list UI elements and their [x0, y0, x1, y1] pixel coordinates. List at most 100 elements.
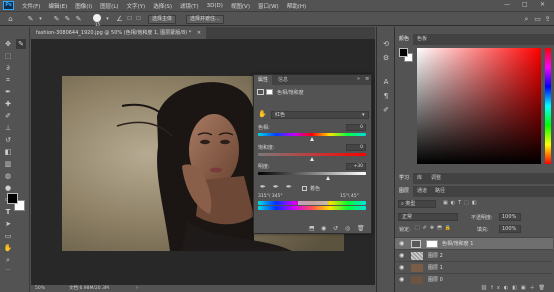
brushes-panel-icon[interactable]: ✐ — [381, 105, 391, 115]
range-selection[interactable] — [298, 201, 328, 205]
history-brush-tool-icon[interactable]: ↺ — [3, 135, 13, 145]
blend-mode-dropdown[interactable]: 正常 — [398, 213, 458, 221]
layer-row[interactable]: ◉ 色相/饱和度 1 — [395, 237, 553, 249]
clip-to-layer-icon[interactable]: ⬒ — [309, 225, 315, 232]
eyedropper-icon[interactable]: ✒ — [260, 183, 266, 191]
character-panel-icon[interactable]: A — [381, 77, 391, 87]
menu-type[interactable]: 文字(Y) — [127, 2, 146, 10]
new-selection-icon[interactable]: ✎ — [52, 15, 61, 24]
lightness-slider-track[interactable] — [258, 172, 366, 175]
layer-row[interactable]: ◉ 图层 0 — [395, 273, 553, 285]
channel-dropdown[interactable]: 红色 ▾ — [271, 111, 369, 119]
minimize-button[interactable]: — — [504, 1, 510, 8]
eraser-tool-icon[interactable]: ◧ — [3, 147, 13, 157]
enhance-edge-checkbox[interactable]: ☐ — [134, 15, 143, 24]
menu-layer[interactable]: 图层(L) — [100, 2, 118, 10]
zoom-tool-icon[interactable]: ⌕ — [3, 255, 13, 265]
history-panel-icon[interactable]: ⟲ — [381, 39, 391, 49]
type-tool-icon[interactable]: T — [3, 207, 13, 217]
menu-window[interactable]: 窗口(W) — [258, 2, 279, 10]
eyedropper-tool-icon[interactable]: ✒ — [3, 87, 13, 97]
search-icon[interactable]: ⌕ — [522, 15, 531, 24]
menu-edit[interactable]: 编辑(E) — [48, 2, 67, 10]
opacity-field[interactable]: 100% — [499, 213, 521, 221]
targeted-adjustment-hand-icon[interactable]: ✋ — [258, 110, 267, 118]
tool-preset-chevron-icon[interactable]: ▾ — [36, 15, 45, 24]
document-size-info[interactable]: 文档:6.98M/20.3M — [69, 285, 109, 292]
menu-file[interactable]: 文件(F) — [22, 2, 40, 10]
zoom-level[interactable]: 50% — [35, 285, 45, 292]
select-and-mask-button[interactable]: 选择并遮住... — [186, 15, 224, 24]
menu-view[interactable]: 视图(V) — [231, 2, 250, 10]
paragraph-panel-icon[interactable]: ¶ — [381, 91, 391, 101]
add-selection-icon[interactable]: ✎ — [63, 15, 72, 24]
lasso-tool-icon[interactable]: ∂ — [3, 63, 13, 73]
colorize-checkbox[interactable] — [302, 186, 307, 191]
select-subject-button[interactable]: 选择主体 — [148, 15, 177, 24]
color-panel-foreground-swatch[interactable] — [399, 48, 408, 57]
visibility-icon[interactable]: ◎ — [345, 225, 350, 232]
tab-adjustments[interactable]: 调整 — [427, 173, 445, 184]
lightness-slider-thumb[interactable] — [326, 176, 330, 180]
hue-field[interactable]: 0 — [346, 124, 366, 131]
hue-slider-track[interactable] — [258, 133, 366, 136]
maximize-button[interactable]: □ — [522, 1, 528, 8]
tab-color[interactable]: 颜色 — [395, 34, 414, 45]
menu-3d[interactable]: 3D(D) — [207, 3, 223, 9]
status-menu-chevron-icon[interactable]: › — [136, 285, 138, 292]
sample-all-layers-checkbox[interactable]: ☐ — [125, 15, 134, 24]
layers-bottom-icons[interactable]: ⛓fx◐◧▣＋🗑 — [395, 285, 554, 292]
menu-filter[interactable]: 滤镜(T) — [180, 2, 199, 10]
home-icon[interactable]: ⌂ — [6, 15, 15, 24]
document-tab-close-icon[interactable]: × — [197, 30, 201, 36]
move-tool-icon[interactable]: ✥ — [3, 39, 13, 49]
layer-row[interactable]: ◉ 图层 1 — [395, 261, 553, 273]
brush-chevron-icon[interactable]: ▾ — [103, 15, 112, 24]
delete-icon[interactable]: 🗑 — [357, 225, 365, 232]
subtract-selection-icon[interactable]: ✎ — [74, 15, 83, 24]
eyedropper-plus-icon[interactable]: ✒ — [273, 183, 279, 191]
brush-tool-icon[interactable]: ✐ — [3, 111, 13, 121]
hue-bar[interactable] — [545, 48, 551, 164]
edit-toolbar-icon[interactable]: ··· — [3, 265, 13, 275]
layer-mask-thumbnail[interactable] — [426, 240, 438, 248]
reset-icon[interactable]: ↺ — [333, 225, 338, 232]
quick-selection-tool-icon[interactable]: ✎ — [16, 39, 26, 49]
foreground-color-swatch[interactable] — [7, 193, 18, 204]
lightness-field[interactable]: +30 — [346, 163, 366, 170]
tab-channels[interactable]: 通道 — [413, 186, 431, 197]
dodge-tool-icon[interactable]: ● — [3, 183, 13, 193]
tab-paths[interactable]: 路径 — [431, 186, 449, 197]
collapse-icon[interactable]: » — [357, 76, 360, 82]
color-picker-field[interactable] — [417, 48, 541, 164]
brush-angle-icon[interactable]: ∠ — [115, 15, 124, 24]
healing-brush-tool-icon[interactable]: ✚ — [3, 99, 13, 109]
layer-row[interactable]: ◉ 图层 2 — [395, 249, 553, 261]
tab-swatches[interactable]: 色板 — [413, 34, 431, 45]
hand-tool-icon[interactable]: ✋ — [3, 243, 13, 253]
mask-icon[interactable] — [266, 89, 273, 95]
tab-layers[interactable]: 图层 — [395, 186, 414, 197]
document-tab[interactable]: fashion-3080644_1920.jpg @ 50% (色相/饱和度 1… — [31, 27, 207, 39]
fill-field[interactable]: 100% — [499, 225, 521, 233]
saturation-slider-thumb[interactable] — [310, 157, 314, 161]
hue-slider-thumb[interactable] — [310, 137, 314, 141]
panel-menu-icon[interactable]: ≡ — [365, 76, 369, 82]
close-button[interactable]: ✕ — [540, 1, 545, 8]
tab-info[interactable]: 信息 — [274, 75, 292, 85]
menu-select[interactable]: 选择(S) — [153, 2, 172, 10]
blur-tool-icon[interactable]: ◍ — [3, 171, 13, 181]
path-selection-tool-icon[interactable]: ➤ — [3, 219, 13, 229]
menu-image[interactable]: 图像(I) — [75, 2, 92, 10]
tab-properties[interactable]: 属性 — [254, 75, 273, 85]
view-previous-icon[interactable]: ◉ — [321, 225, 326, 232]
quick-selection-icon[interactable]: ✎ — [26, 15, 35, 24]
saturation-slider-track[interactable] — [258, 153, 366, 156]
workspace-icon[interactable]: ▭ — [533, 15, 542, 24]
layer-filter-dropdown[interactable]: ⌕ 类型 — [398, 200, 436, 208]
share-icon[interactable]: ⇪ — [543, 15, 552, 24]
rectangle-tool-icon[interactable]: ▭ — [3, 231, 13, 241]
properties-panel-icon[interactable]: ⚙ — [381, 53, 391, 63]
crop-tool-icon[interactable]: ⌗ — [3, 75, 13, 85]
brush-preview-icon[interactable] — [93, 14, 101, 22]
